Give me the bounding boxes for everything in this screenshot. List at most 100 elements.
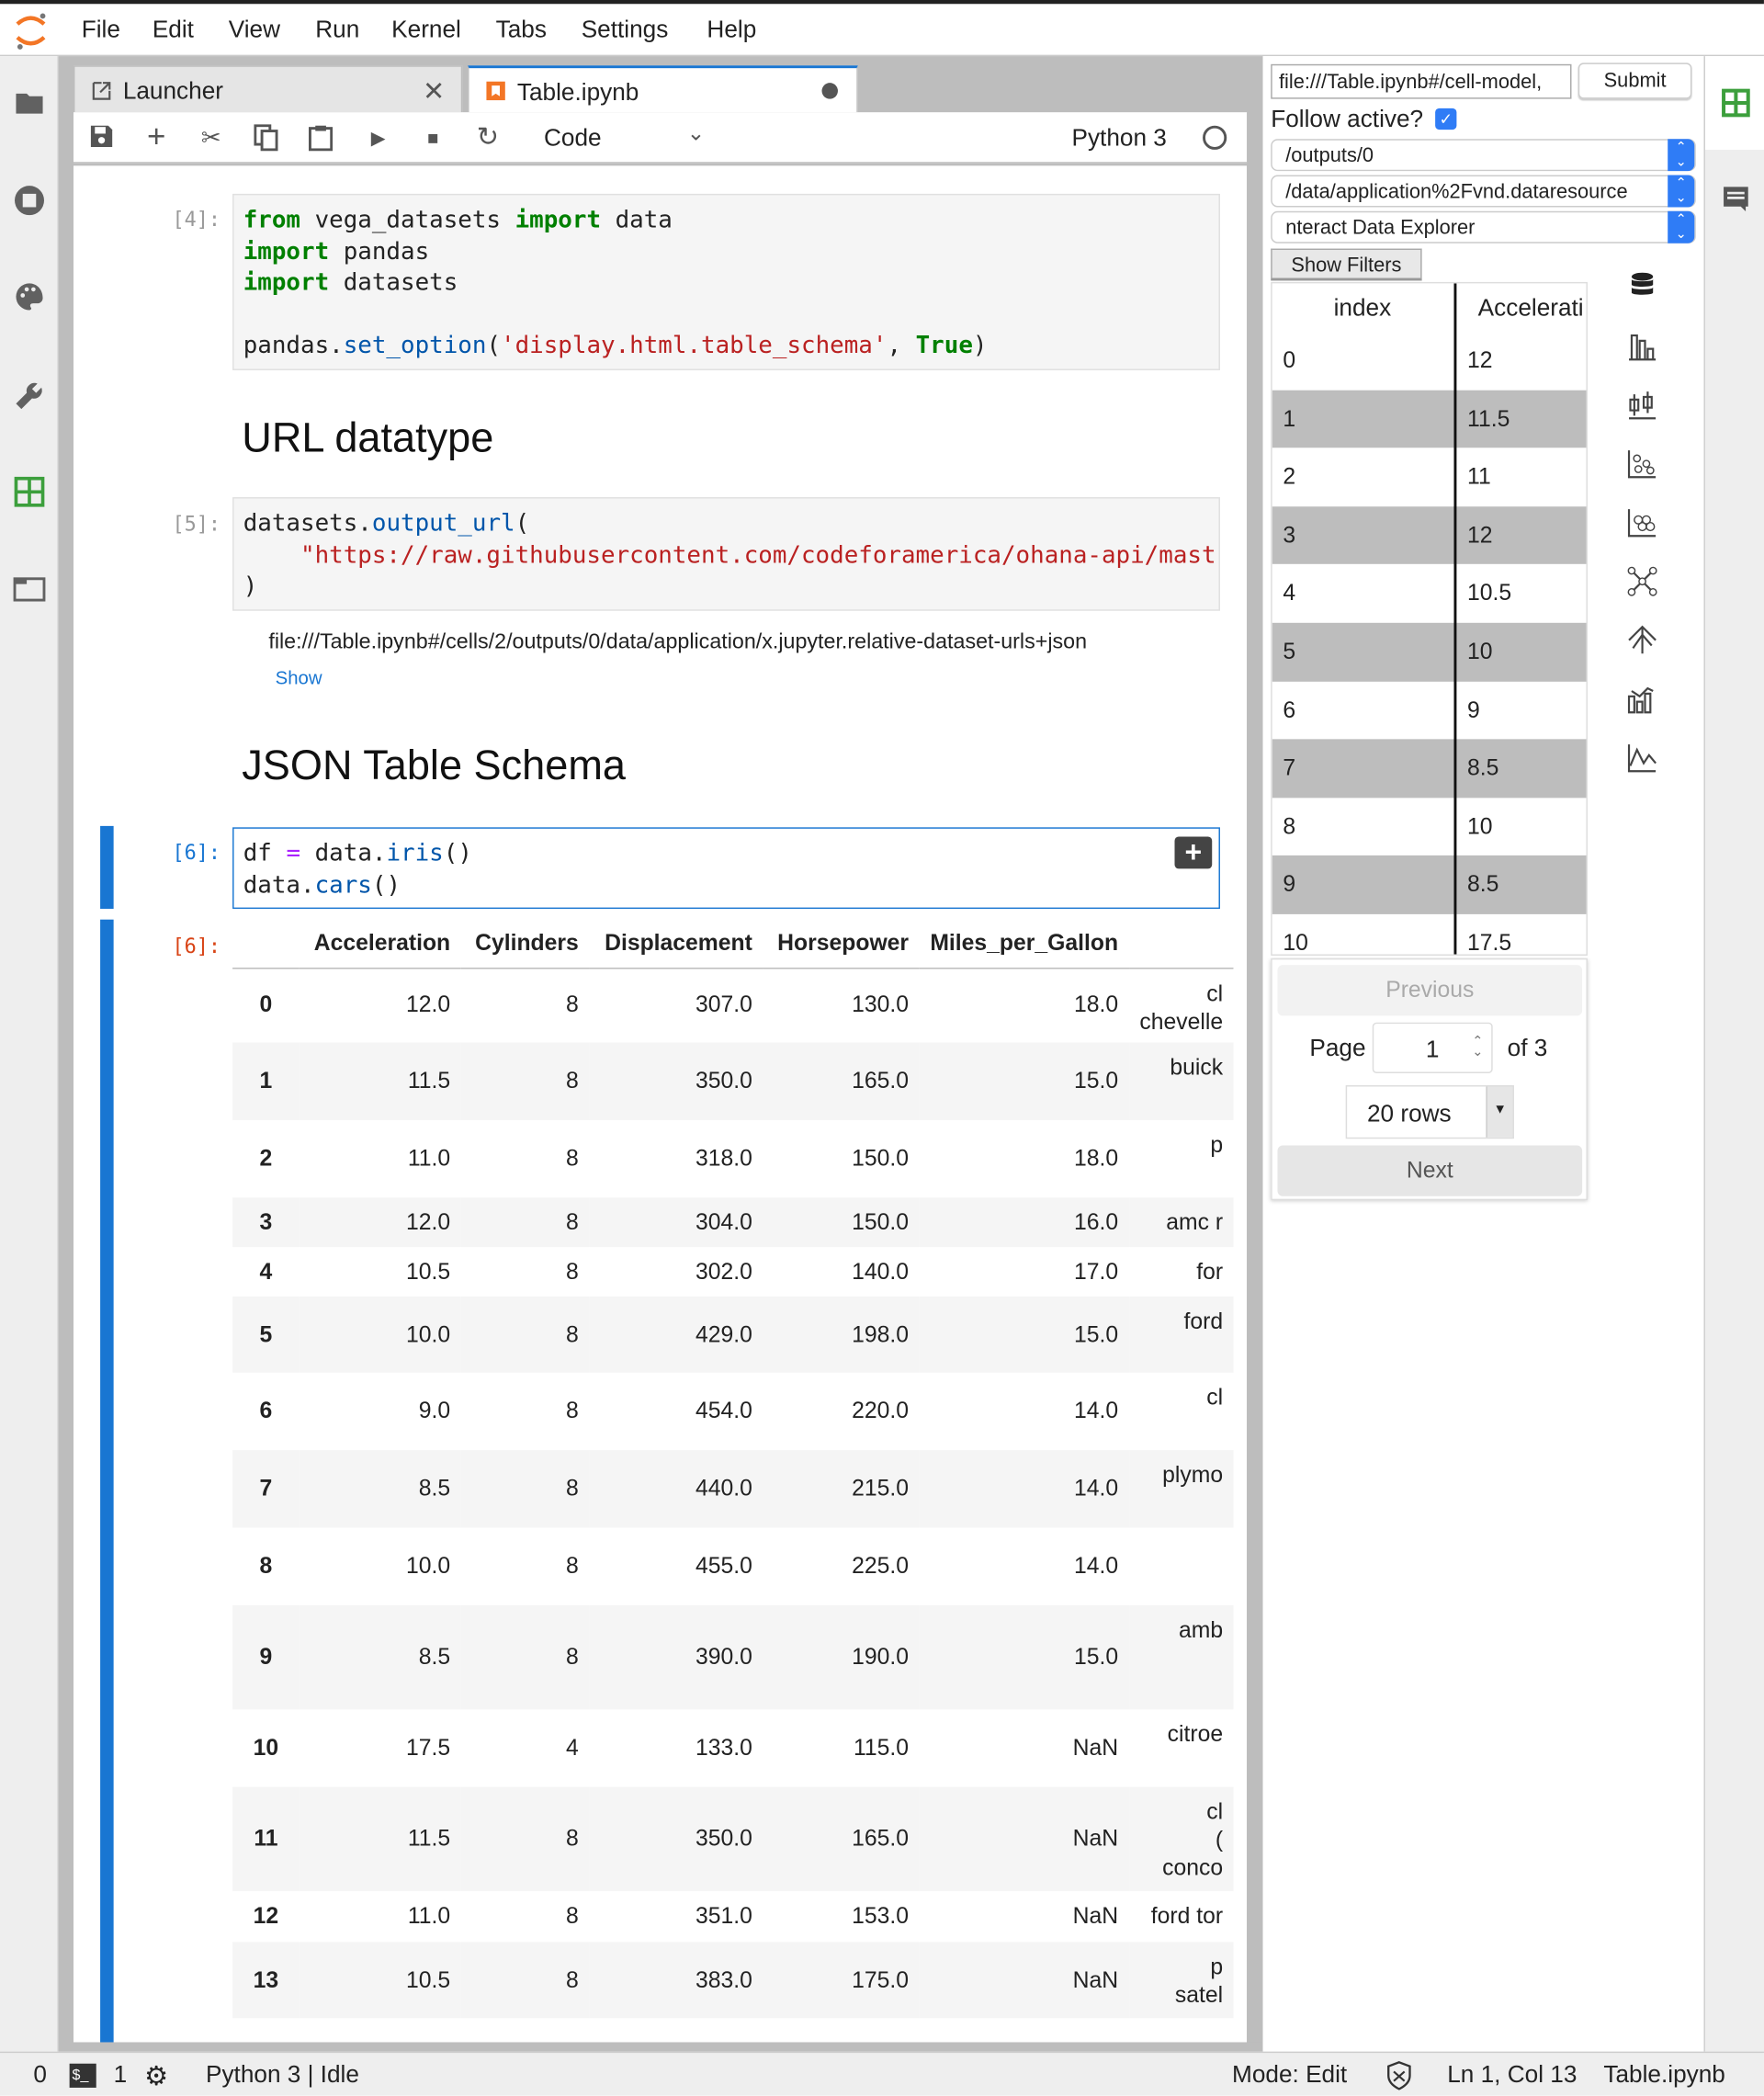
- terminal-icon[interactable]: $_: [69, 2063, 96, 2088]
- column-header[interactable]: [232, 919, 300, 969]
- terminal-count[interactable]: 0: [33, 2061, 47, 2090]
- rows-per-page-select[interactable]: 20 rows ▼: [1345, 1085, 1514, 1139]
- stop-icon[interactable]: ■: [420, 124, 447, 151]
- unsaved-dot-icon[interactable]: [821, 83, 838, 99]
- notebook-scrollbar[interactable]: [1247, 165, 1263, 2043]
- column-header[interactable]: Displacement: [589, 919, 763, 969]
- menu-kernel[interactable]: Kernel: [391, 16, 461, 44]
- previous-button[interactable]: Previous: [1277, 965, 1583, 1016]
- bar-chart-icon[interactable]: [1626, 330, 1658, 362]
- tabs-icon[interactable]: [13, 573, 46, 606]
- explorer-row[interactable]: 1 11.5: [1272, 390, 1587, 448]
- add-comment-icon[interactable]: +: [1174, 836, 1213, 869]
- cell-type-select[interactable]: Code: [544, 124, 602, 153]
- explorer-index: 2: [1283, 463, 1296, 490]
- menu-run[interactable]: Run: [315, 16, 359, 44]
- table-grid-icon[interactable]: [14, 476, 46, 508]
- show-filters-button[interactable]: Show Filters: [1271, 248, 1422, 281]
- output-path-select[interactable]: /outputs/0 ⌃ ⌄: [1271, 139, 1696, 172]
- column-header[interactable]: Cylinders: [460, 919, 590, 969]
- explorer-row[interactable]: 7 8.5: [1272, 739, 1587, 799]
- folder-icon[interactable]: [14, 87, 46, 119]
- close-icon[interactable]: ✕: [423, 74, 445, 108]
- running-stop-icon[interactable]: [14, 185, 46, 217]
- explorer-row[interactable]: 8 10: [1272, 798, 1587, 855]
- network-icon[interactable]: [1626, 565, 1658, 597]
- column-header[interactable]: Acceleration: [299, 919, 461, 969]
- shield-icon[interactable]: [1385, 2061, 1412, 2090]
- tab-table-ipynb[interactable]: Table.ipynb: [468, 65, 858, 114]
- add-cell-icon[interactable]: +: [143, 121, 170, 153]
- next-button[interactable]: Next: [1277, 1145, 1583, 1196]
- menu-help[interactable]: Help: [707, 16, 756, 44]
- data-explorer-tab-icon[interactable]: [1721, 88, 1750, 118]
- code-token: datasets: [329, 268, 458, 297]
- menu-tabs[interactable]: Tabs: [496, 16, 547, 44]
- parallel-coordinates-icon[interactable]: [1626, 624, 1658, 656]
- kernel-status[interactable]: Python 3 | Idle: [206, 2061, 359, 2090]
- row-index: 4: [259, 1258, 273, 1285]
- explorer-row[interactable]: 5 10: [1272, 622, 1587, 682]
- explorer-row[interactable]: 4 10.5: [1272, 564, 1587, 622]
- chevron-down-icon[interactable]: ⌄: [687, 120, 705, 147]
- header-index[interactable]: index: [1334, 294, 1392, 323]
- explorer-row[interactable]: 69: [1272, 681, 1587, 739]
- scatter-icon[interactable]: [1626, 448, 1658, 480]
- chip-icon[interactable]: ⚙: [144, 2059, 168, 2092]
- mode-indicator: Mode: Edit: [1232, 2060, 1348, 2088]
- kernel-name[interactable]: Python 3: [1072, 124, 1167, 153]
- cut-icon[interactable]: ✂: [198, 124, 224, 151]
- copy-icon[interactable]: [253, 124, 279, 152]
- summary-chart-icon[interactable]: [1626, 683, 1658, 715]
- explorer-row[interactable]: 9 8.5: [1272, 855, 1587, 914]
- cell-6-input[interactable]: df = data.iris() data.cars(): [232, 827, 1220, 910]
- wrench-icon[interactable]: [14, 380, 46, 412]
- submit-button[interactable]: Submit: [1577, 62, 1692, 99]
- hexbin-icon[interactable]: [1626, 506, 1658, 538]
- column-header[interactable]: Horsepower: [763, 919, 920, 969]
- table-cell: 190.0: [763, 1604, 920, 1710]
- url-input[interactable]: file:///Table.ipynb#/cell-model,: [1271, 63, 1572, 99]
- save-icon[interactable]: [88, 124, 115, 151]
- paste-icon[interactable]: [308, 124, 334, 152]
- boxplot-icon[interactable]: [1626, 389, 1658, 421]
- menu-settings[interactable]: Settings: [582, 16, 669, 44]
- page-input[interactable]: 1 ⌃ ⌄: [1372, 1022, 1493, 1073]
- table-cell: 150.0: [852, 1145, 910, 1172]
- cell-4-input[interactable]: from vega_datasets import data import pan…: [232, 193, 1220, 370]
- menu-view[interactable]: View: [229, 16, 280, 44]
- comment-icon[interactable]: [1721, 185, 1750, 214]
- kernel-count[interactable]: 1: [114, 2061, 128, 2090]
- explorer-row[interactable]: 0 12: [1272, 332, 1587, 390]
- menu-file[interactable]: File: [82, 16, 120, 44]
- column-header[interactable]: Miles_per_Gallon: [919, 919, 1129, 969]
- table-cell: 8: [460, 1042, 590, 1120]
- code-token: set_option: [343, 331, 487, 360]
- show-link[interactable]: Show: [276, 667, 322, 688]
- code-token: ): [243, 572, 258, 601]
- restart-icon[interactable]: ↻: [474, 124, 501, 151]
- menu-edit[interactable]: Edit: [153, 16, 194, 44]
- header-acceleration[interactable]: Accelerati: [1478, 294, 1584, 323]
- stepper-icon[interactable]: ⌃ ⌄: [1472, 1036, 1483, 1059]
- follow-active-checkbox[interactable]: ✓: [1435, 108, 1457, 130]
- mimetype-select[interactable]: /data/application%2Fvnd.dataresource ⌃ ⌄: [1271, 175, 1696, 208]
- line-chart-icon[interactable]: [1626, 742, 1658, 774]
- table-cell: 8: [460, 1197, 590, 1248]
- notebook-toolbar: + ✂ ▶ ■ ↻ Code ⌄ Python 3: [73, 112, 1248, 164]
- explorer-row[interactable]: 10 17.5: [1272, 914, 1587, 954]
- cell-5-input[interactable]: datasets.output_url( "https://raw.github…: [232, 497, 1220, 611]
- cursor-position[interactable]: Ln 1, Col 13: [1447, 2061, 1577, 2090]
- renderer-select[interactable]: nteract Data Explorer ⌃ ⌄: [1271, 210, 1696, 244]
- explorer-row[interactable]: 2 11: [1272, 448, 1587, 506]
- column-divider[interactable]: [1453, 283, 1457, 955]
- sidebar-inactive-area: [1704, 149, 1764, 2052]
- database-icon[interactable]: [1626, 270, 1658, 302]
- explorer-row[interactable]: 3 12: [1272, 505, 1587, 565]
- run-icon[interactable]: ▶: [365, 124, 391, 151]
- column-header[interactable]: [1128, 919, 1234, 969]
- palette-icon[interactable]: [14, 280, 46, 312]
- tab-launcher[interactable]: Launcher ✕: [73, 65, 463, 114]
- code-line: ): [243, 571, 1210, 602]
- table-cell: 4: [566, 1734, 579, 1761]
